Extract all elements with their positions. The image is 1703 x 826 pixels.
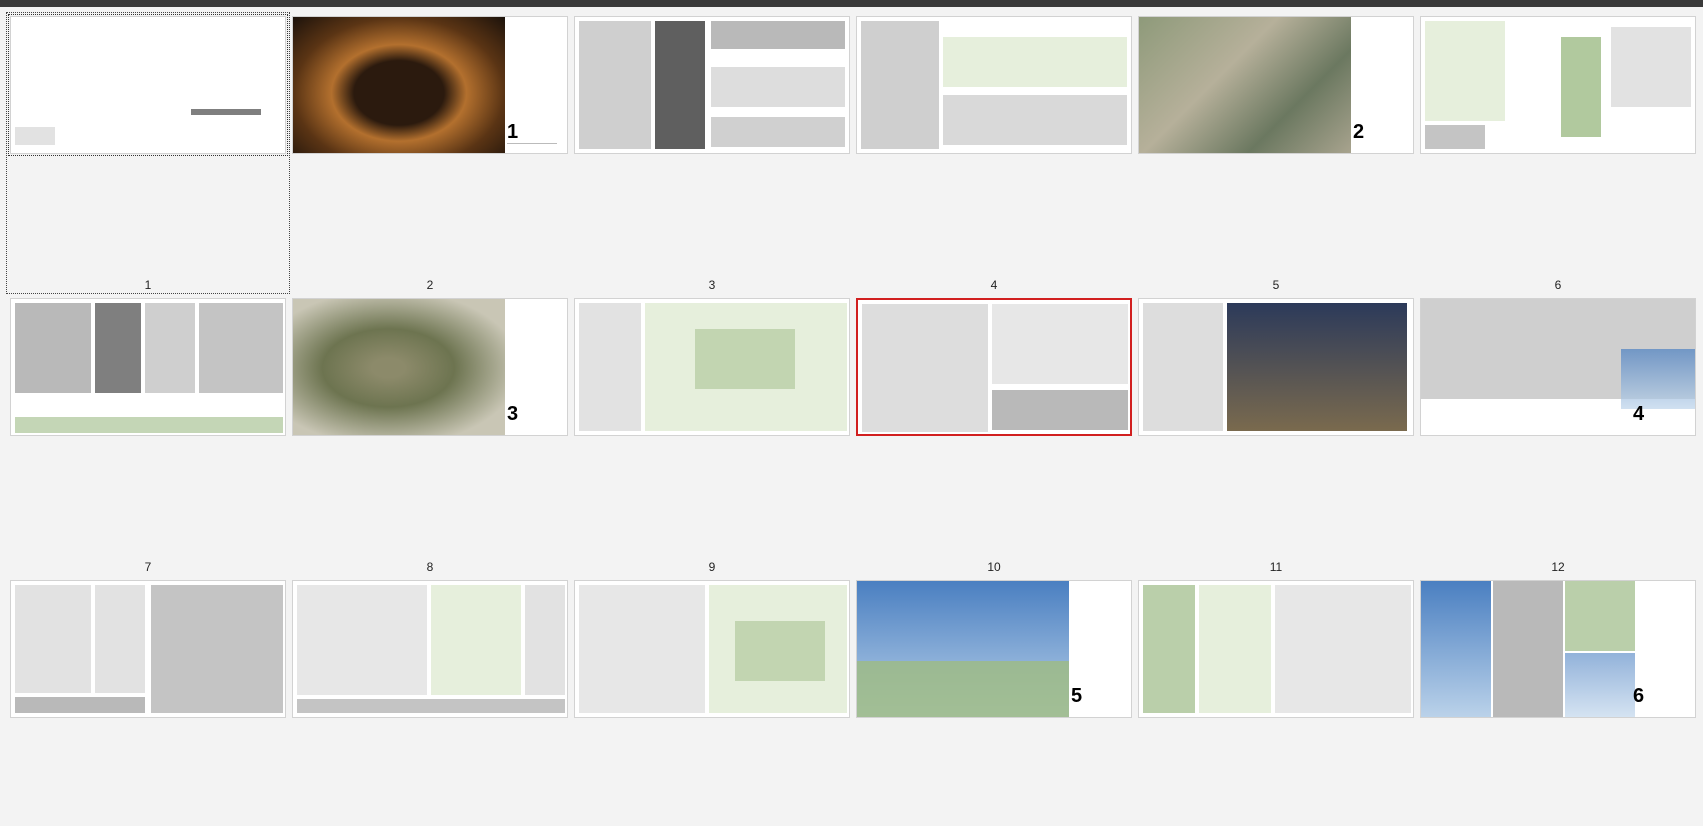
page-thumbnail-4[interactable]: 4: [856, 16, 1132, 292]
page-thumbnail-10[interactable]: 10: [856, 298, 1132, 574]
page-thumbnail-14[interactable]: [292, 580, 568, 826]
page-number-label: 2: [426, 278, 434, 292]
page-thumbnail-18[interactable]: 6: [1420, 580, 1696, 826]
thumbnail-image: [856, 16, 1132, 154]
page-number-label: 9: [708, 560, 716, 574]
page-number-label: 3: [708, 278, 716, 292]
page-number-label: 4: [990, 278, 998, 292]
page-number-label: 7: [144, 560, 152, 574]
page-thumbnail-16[interactable]: 5: [856, 580, 1132, 826]
page-number-label: 10: [987, 560, 1001, 574]
page-number-label: 1: [144, 278, 152, 292]
thumbnail-image: [1420, 16, 1696, 154]
page-thumbnail-15[interactable]: [574, 580, 850, 826]
page-thumbnail-6[interactable]: 6: [1420, 16, 1696, 292]
slide-number-text: 2: [1353, 121, 1365, 143]
page-thumbnail-11[interactable]: 11: [1138, 298, 1414, 574]
page-thumbnail-17[interactable]: [1138, 580, 1414, 826]
page-thumbnail-7[interactable]: 7: [10, 298, 286, 574]
thumbnail-image: 6: [1420, 580, 1696, 718]
slide-number-text: 5: [1071, 685, 1083, 707]
thumbnail-image: 1: [292, 16, 568, 154]
thumbnail-image: [10, 298, 286, 436]
page-thumbnail-13[interactable]: [10, 580, 286, 826]
thumbnail-image: [292, 580, 568, 718]
page-thumbnail-2[interactable]: 1 2: [292, 16, 568, 292]
page-number-label: 5: [1272, 278, 1280, 292]
page-thumbnail-grid: 1 1 2 3 4 2 5 6 7 3 8 9 10 11 4 12 5 6: [0, 0, 1703, 759]
thumbnail-image: [574, 580, 850, 718]
page-number-label: 12: [1551, 560, 1565, 574]
thumbnail-image: [8, 14, 288, 156]
thumbnail-image: 3: [292, 298, 568, 436]
thumbnail-image: 2: [1138, 16, 1414, 154]
thumbnail-image: [1138, 298, 1414, 436]
thumbnail-image: 5: [856, 580, 1132, 718]
thumbnail-image: [574, 298, 850, 436]
page-thumbnail-5[interactable]: 2 5: [1138, 16, 1414, 292]
page-thumbnail-1[interactable]: 1: [6, 12, 290, 294]
slide-number-text: 6: [1633, 685, 1645, 707]
thumbnail-image: [10, 580, 286, 718]
thumbnail-image: [856, 298, 1132, 436]
page-thumbnail-8[interactable]: 3 8: [292, 298, 568, 574]
page-thumbnail-3[interactable]: 3: [574, 16, 850, 292]
page-number-label: 6: [1554, 278, 1562, 292]
page-thumbnail-9[interactable]: 9: [574, 298, 850, 574]
page-number-label: 8: [426, 560, 434, 574]
thumbnail-image: [1138, 580, 1414, 718]
page-number-label: 11: [1269, 560, 1283, 574]
thumbnail-image: 4: [1420, 298, 1696, 436]
page-thumbnail-12[interactable]: 4 12: [1420, 298, 1696, 574]
thumbnail-image: [574, 16, 850, 154]
slide-number-text: 1: [507, 121, 519, 143]
slide-number-text: 3: [507, 403, 519, 425]
slide-number-text: 4: [1633, 403, 1645, 425]
